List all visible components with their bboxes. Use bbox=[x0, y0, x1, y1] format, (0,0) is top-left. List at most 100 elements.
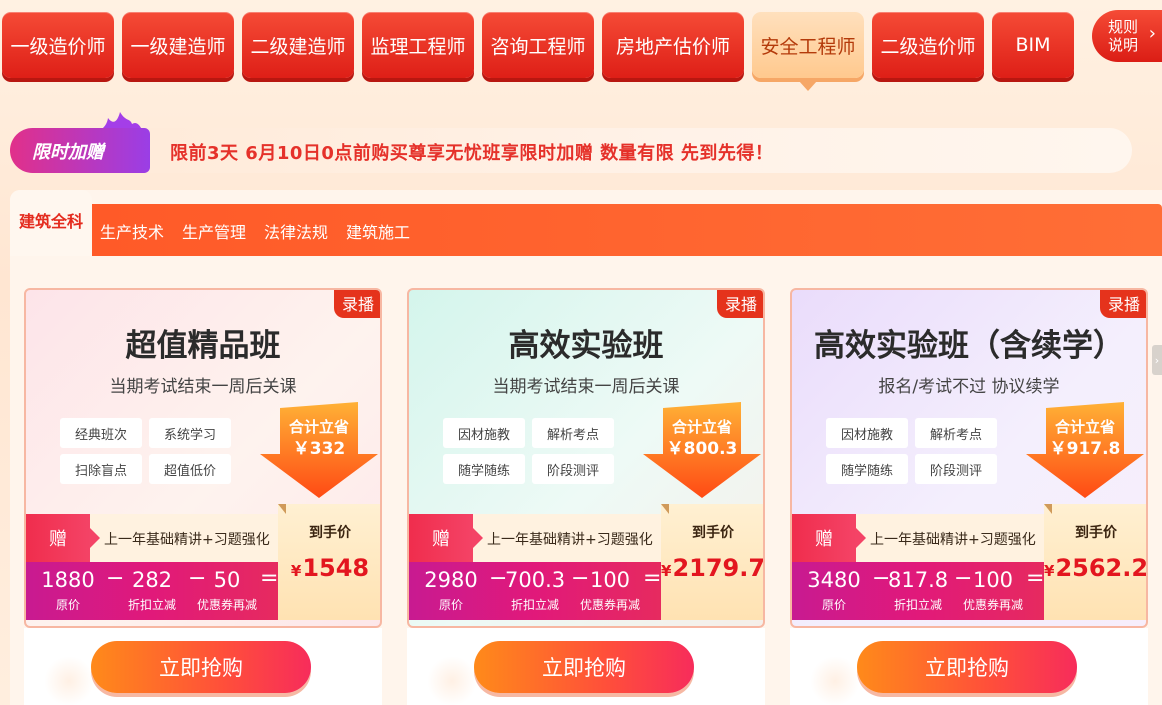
promo-banner: 限时加赠 限前3天 6月10日0点前购买尊享无忧班享限时加赠 数量有限 先到先得… bbox=[10, 112, 1132, 173]
final-price-value: 2179.7 bbox=[672, 554, 765, 582]
exam-tab-5[interactable]: 咨询工程师 bbox=[482, 12, 594, 78]
chevron-right-icon[interactable]: › bbox=[1152, 345, 1162, 375]
gift-text: 上一年基础精讲+习题强化 bbox=[487, 532, 653, 548]
feature-tag: 经典班次 bbox=[60, 418, 142, 448]
original-price: 3480 bbox=[807, 568, 861, 592]
rules-button[interactable]: 规则 说明 › bbox=[1092, 10, 1162, 62]
final-price-value: 2562.2 bbox=[1055, 554, 1148, 582]
feature-tag: 随学随练 bbox=[826, 454, 908, 484]
exam-tab-7-active[interactable]: 安全工程师 bbox=[752, 12, 864, 91]
exam-tab-6[interactable]: 房地产估价师 bbox=[602, 12, 744, 78]
feature-tag: 解析考点 bbox=[532, 418, 614, 448]
gift-row: 赠 上一年基础精讲+习题强化 bbox=[26, 514, 278, 562]
gift-mark: 赠 bbox=[409, 514, 483, 562]
save-label: 合计立省 ￥332 bbox=[280, 416, 358, 460]
card-title: 超值精品班 bbox=[125, 328, 281, 364]
recorded-tag: 录播 bbox=[717, 290, 763, 318]
original-caption: 原价 bbox=[821, 598, 846, 612]
discount-caption: 折扣立减 bbox=[127, 598, 176, 612]
exam-tab-1[interactable]: 一级造价师 bbox=[2, 12, 114, 78]
exam-tab-2[interactable]: 一级建造师 bbox=[122, 12, 234, 78]
buy-now-button[interactable]: 立即抢购 bbox=[474, 641, 694, 693]
gift-mark: 赠 bbox=[792, 514, 866, 562]
buy-now-button[interactable]: 立即抢购 bbox=[91, 641, 311, 693]
original-caption: 原价 bbox=[438, 598, 463, 612]
original-price: 1880 bbox=[41, 568, 95, 592]
price-calculation: 2980 原价 − 700.3 折扣立减 − 100 优惠券再减 = bbox=[409, 562, 661, 620]
save-caption: 合计立省 bbox=[1054, 418, 1115, 436]
discount-caption: 折扣立减 bbox=[510, 598, 559, 612]
discount-amount: 817.8 bbox=[888, 568, 949, 592]
exam-tab-4[interactable]: 监理工程师 bbox=[362, 12, 474, 78]
final-price-box: 到手价 ¥2562.2 bbox=[1044, 504, 1148, 620]
price-calculation: 1880 原价 − 282 折扣立减 − 50 优惠券再减 = bbox=[26, 562, 278, 620]
save-label: 合计立省 ￥800.3 bbox=[663, 416, 741, 460]
promo-badge: 限时加赠 bbox=[10, 128, 150, 173]
feature-tag: 随学随练 bbox=[443, 454, 525, 484]
exam-tab-9[interactable]: BIM bbox=[992, 12, 1074, 78]
course-panel: 建筑全科 生产技术 生产管理 法律法规 建筑施工 录播 超值精品班 当期考试结束… bbox=[10, 190, 1162, 705]
course-card-1: 录播 超值精品班 当期考试结束一周后关课 经典班次 系统学习 扫除盲点 超值低价… bbox=[24, 288, 382, 628]
original-price: 2980 bbox=[424, 568, 478, 592]
discount-caption: 折扣立减 bbox=[893, 598, 942, 612]
buy-area-1: 立即抢购 bbox=[24, 628, 382, 705]
equals-sign: = bbox=[260, 566, 279, 591]
subject-tab-active[interactable]: 建筑全科 bbox=[10, 190, 92, 256]
final-price: ¥2179.7 bbox=[661, 554, 765, 582]
gift-row: 赠 上一年基础精讲+习题强化 bbox=[792, 514, 1044, 562]
exam-tab-8[interactable]: 二级造价师 bbox=[872, 12, 984, 78]
chevron-right-icon: › bbox=[1148, 23, 1156, 44]
discount-amount: 282 bbox=[131, 568, 173, 592]
course-card-3: 录播 高效实验班（含续学） 报名/考试不过 协议续学 因材施教 解析考点 随学随… bbox=[790, 288, 1148, 628]
original-caption: 原价 bbox=[55, 598, 80, 612]
save-caption: 合计立省 bbox=[288, 418, 349, 436]
final-price: ¥1548 bbox=[278, 554, 380, 582]
yen-sign: ¥ bbox=[661, 562, 672, 580]
save-amount: ￥917.8 bbox=[1049, 439, 1121, 459]
gift-row: 赠 上一年基础精讲+习题强化 bbox=[409, 514, 661, 562]
final-price: ¥2562.2 bbox=[1044, 554, 1148, 582]
gift-text: 上一年基础精讲+习题强化 bbox=[104, 532, 270, 548]
card-title: 高效实验班 bbox=[508, 328, 664, 364]
buy-area-3: 立即抢购 bbox=[790, 628, 1148, 705]
final-price-value: 1548 bbox=[302, 554, 370, 582]
gift-mark: 赠 bbox=[26, 514, 100, 562]
yen-sign: ¥ bbox=[290, 562, 302, 580]
save-label: 合计立省 ￥917.8 bbox=[1046, 416, 1124, 460]
feature-tag: 解析考点 bbox=[915, 418, 997, 448]
equals-sign: = bbox=[643, 566, 662, 591]
save-caption: 合计立省 bbox=[671, 418, 732, 436]
feature-tag: 因材施教 bbox=[443, 418, 525, 448]
coupon-amount: 100 bbox=[972, 568, 1014, 592]
card-title: 高效实验班（含续学） bbox=[814, 328, 1124, 364]
feature-tag: 超值低价 bbox=[149, 454, 231, 484]
final-price-box: 到手价 ¥1548 bbox=[278, 504, 380, 620]
discount-amount: 700.3 bbox=[505, 568, 566, 592]
gift-text: 上一年基础精讲+习题强化 bbox=[870, 532, 1036, 548]
card-subtitle: 当期考试结束一周后关课 bbox=[109, 377, 297, 397]
coupon-caption: 优惠券再减 bbox=[579, 598, 640, 612]
exam-tab-3[interactable]: 二级建造师 bbox=[242, 12, 354, 78]
buy-area-2: 立即抢购 bbox=[407, 628, 765, 705]
card-subtitle: 当期考试结束一周后关课 bbox=[492, 377, 680, 397]
buy-now-button[interactable]: 立即抢购 bbox=[857, 641, 1077, 693]
feature-tag: 因材施教 bbox=[826, 418, 908, 448]
promo-text: 限前3天 6月10日0点前购买尊享无忧班享限时加赠 数量有限 先到先得！ bbox=[170, 143, 774, 164]
equals-sign: = bbox=[1026, 566, 1045, 591]
subject-tab-2[interactable]: 生产管理 bbox=[182, 219, 246, 243]
subject-tab-4[interactable]: 建筑施工 bbox=[346, 219, 410, 243]
coupon-caption: 优惠券再减 bbox=[196, 598, 257, 612]
feature-tag: 系统学习 bbox=[149, 418, 231, 448]
recorded-tag: 录播 bbox=[1100, 290, 1146, 318]
yen-sign: ¥ bbox=[1044, 562, 1055, 580]
subject-tab-bar bbox=[90, 204, 1162, 256]
final-price-box: 到手价 ¥2179.7 bbox=[661, 504, 765, 620]
subject-tab-3[interactable]: 法律法规 bbox=[264, 219, 328, 243]
final-caption: 到手价 bbox=[309, 525, 351, 541]
coupon-caption: 优惠券再减 bbox=[962, 598, 1023, 612]
price-calculation: 3480 原价 − 817.8 折扣立减 − 100 优惠券再减 = bbox=[792, 562, 1044, 620]
subject-tab-1[interactable]: 生产技术 bbox=[100, 219, 164, 243]
feature-tag: 阶段测评 bbox=[532, 454, 614, 484]
exam-tabs: 一级造价师 一级建造师 二级建造师 监理工程师 咨询工程师 房地产估价师 安全工… bbox=[0, 10, 1162, 91]
recorded-tag: 录播 bbox=[334, 290, 380, 318]
